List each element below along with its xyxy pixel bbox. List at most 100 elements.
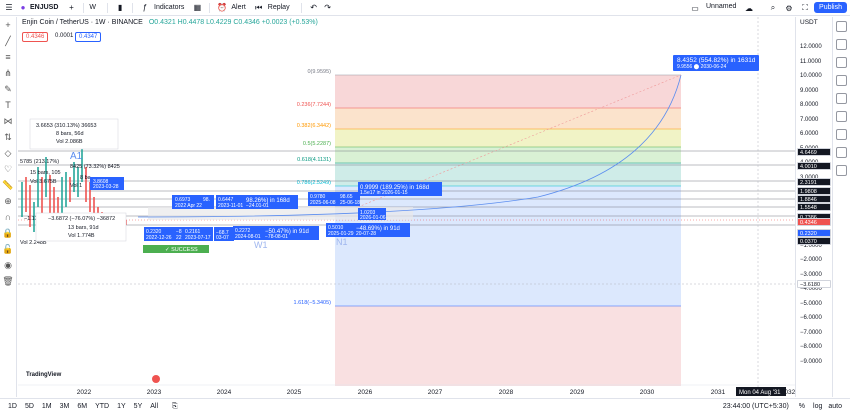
- measure2-line2: 13 bars, 91d: [68, 225, 99, 231]
- chart-canvas[interactable]: 0(9.9595) 0.236(7.7244) 0.382(6.3442) 0.…: [18, 17, 795, 397]
- bid-price[interactable]: 0.4346: [22, 32, 49, 42]
- replay-button[interactable]: ⏮ Replay: [252, 1, 289, 15]
- range-button[interactable]: 1M: [42, 403, 52, 410]
- settings-icon[interactable]: ⚙: [782, 1, 796, 15]
- data-window-icon[interactable]: [836, 57, 847, 68]
- price-axis-label: 7.0000: [800, 116, 819, 123]
- time-axis-label: 2026: [358, 389, 373, 396]
- price-tag[interactable]: 0.4346: [797, 218, 831, 226]
- range-button[interactable]: All: [150, 403, 158, 410]
- legend-low: L0.4229: [206, 19, 232, 26]
- bottom-bar: 1D 5D 1M 3M 6M YTD 1Y 5Y All ⎘ 23:44:00 (UTC+5:3…: [0, 398, 850, 414]
- range-button[interactable]: 6M: [77, 403, 87, 410]
- range-button[interactable]: 5Y: [134, 403, 143, 410]
- price-tag[interactable]: 1.5548: [797, 203, 831, 211]
- magnet-icon[interactable]: ∩: [2, 211, 14, 223]
- left-label-2: 15 bars, 105: [30, 170, 61, 176]
- fib-label-1618: 1.618(−5.3405): [294, 300, 332, 306]
- crosshair-icon[interactable]: +: [2, 19, 14, 31]
- candle-type-icon[interactable]: ▮: [113, 1, 127, 15]
- box-b-2: 2022 Apr 22: [175, 203, 202, 209]
- range-button[interactable]: YTD: [95, 403, 109, 410]
- flag-icon[interactable]: [152, 375, 160, 383]
- fullscreen-icon[interactable]: ⛶: [798, 1, 812, 15]
- fib-zone-786-1618: [335, 186, 681, 306]
- goto-date-icon[interactable]: ⎘: [172, 403, 178, 411]
- watchlist-icon[interactable]: [836, 21, 847, 32]
- log-toggle[interactable]: log: [813, 403, 822, 410]
- calendar-icon[interactable]: [836, 93, 847, 104]
- help-icon[interactable]: [836, 165, 847, 176]
- eye-icon[interactable]: ◉: [2, 259, 14, 271]
- lock-drawings-icon[interactable]: 🔒: [2, 227, 14, 239]
- price-axis[interactable]: USDT 12.0000 11.0000 10.0000 9.0000 8.0000 7.…: [795, 17, 832, 397]
- low-e-2: −78-08-01: [265, 234, 288, 240]
- auto-toggle[interactable]: auto: [828, 403, 842, 410]
- redo-icon[interactable]: ↷: [321, 1, 335, 15]
- clock[interactable]: 23:44:00 (UTC+5:30): [723, 403, 789, 410]
- indicators-button[interactable]: ƒ Indicators: [138, 1, 185, 15]
- pattern-icon[interactable]: ⋈: [2, 115, 14, 127]
- layout-grid-icon[interactable]: ▭: [688, 1, 702, 15]
- chart-pane[interactable]: 0(9.9595) 0.236(7.7244) 0.382(6.3442) 0.…: [18, 17, 795, 397]
- heart-icon[interactable]: ♡: [2, 163, 14, 175]
- fib-label-382: 0.382(6.3442): [297, 123, 331, 129]
- price-tag[interactable]: 1.8846: [797, 195, 831, 203]
- layout-name-button[interactable]: Unnamed: [706, 3, 736, 10]
- legend-title[interactable]: Enjin Coin / TetherUS · 1W · BINANCE: [22, 19, 143, 26]
- chat-icon[interactable]: [836, 129, 847, 140]
- symbol-search[interactable]: ENJUSD: [30, 4, 58, 11]
- price-tag[interactable]: 1.9808: [797, 187, 831, 195]
- alerts-panel-icon[interactable]: [836, 39, 847, 50]
- indicators-icon: ƒ: [142, 3, 148, 12]
- brush-icon[interactable]: ✎: [2, 83, 14, 95]
- hotlist-icon[interactable]: [836, 75, 847, 86]
- lock-icon[interactable]: 🔓: [2, 243, 14, 255]
- menu-icon[interactable]: ☰: [2, 1, 16, 15]
- left-label-3: Vol 3.675B: [30, 179, 57, 185]
- horizontal-lines-icon[interactable]: ≡: [2, 51, 14, 63]
- undo-icon[interactable]: ↶: [307, 1, 321, 15]
- alert-button[interactable]: ⏰ Alert: [215, 1, 245, 15]
- price-tag[interactable]: 4.6469: [797, 148, 831, 156]
- price-tag[interactable]: 2.3191: [797, 178, 831, 186]
- range-button[interactable]: 1Y: [117, 403, 126, 410]
- add-symbol-icon[interactable]: +: [64, 1, 78, 15]
- time-axis-label: 2030: [640, 389, 655, 396]
- ask-price[interactable]: 0.4347: [75, 32, 102, 42]
- shapes-icon[interactable]: ◇: [2, 147, 14, 159]
- trash-icon[interactable]: 🗑: [2, 275, 14, 287]
- templates-icon[interactable]: ▦: [190, 1, 204, 15]
- range-button[interactable]: 1D: [8, 403, 17, 410]
- range-button[interactable]: 3M: [60, 403, 70, 410]
- price-tag[interactable]: 4.0010: [797, 162, 831, 170]
- interval-label: W: [89, 4, 97, 11]
- box-a-2: 2023-03-28: [93, 184, 119, 190]
- box-e-2: 2025-06-08: [310, 200, 336, 206]
- text-tool-icon[interactable]: T: [2, 99, 14, 111]
- search-icon[interactable]: ⌕: [766, 1, 780, 15]
- interval-button[interactable]: W: [89, 4, 96, 11]
- ruler-icon[interactable]: 📏: [2, 179, 14, 191]
- low-x-2: 22: [176, 235, 182, 241]
- wave-label-a1: A1: [70, 151, 83, 162]
- zoom-in-icon[interactable]: ⊕: [2, 195, 14, 207]
- price-axis-label: 8.0000: [800, 102, 819, 108]
- partial-label-2: 8 ba: [80, 175, 92, 181]
- range-button[interactable]: 5D: [25, 403, 34, 410]
- price-tag[interactable]: 0.2320: [797, 229, 831, 237]
- cloud-save-icon[interactable]: ☁: [742, 1, 756, 15]
- price-tag[interactable]: −3.6180: [797, 280, 831, 288]
- currency-label[interactable]: USDT: [800, 19, 818, 26]
- drawing-toolbar: + ╱ ≡ ⋔ ✎ T ⋈ ⇅ ◇ ♡ 📏 ⊕ ∩ 🔒 🔓 ◉ 🗑: [0, 17, 17, 397]
- prediction-icon[interactable]: ⇅: [2, 131, 14, 143]
- ideas-icon[interactable]: [836, 111, 847, 122]
- time-axis[interactable]: 2022 2023 2024 2025 2026 2027 2028 2029 2030 2031…: [77, 389, 795, 396]
- chart-legend: Enjin Coin / TetherUS · 1W · BINANCE O0.…: [22, 19, 318, 26]
- trend-line-icon[interactable]: ╱: [2, 35, 14, 47]
- percent-toggle[interactable]: %: [799, 403, 805, 410]
- price-tag[interactable]: 0.0370: [797, 237, 831, 245]
- publish-button[interactable]: Publish: [814, 2, 847, 13]
- notifications-icon[interactable]: [836, 147, 847, 158]
- pitchfork-icon[interactable]: ⋔: [2, 67, 14, 79]
